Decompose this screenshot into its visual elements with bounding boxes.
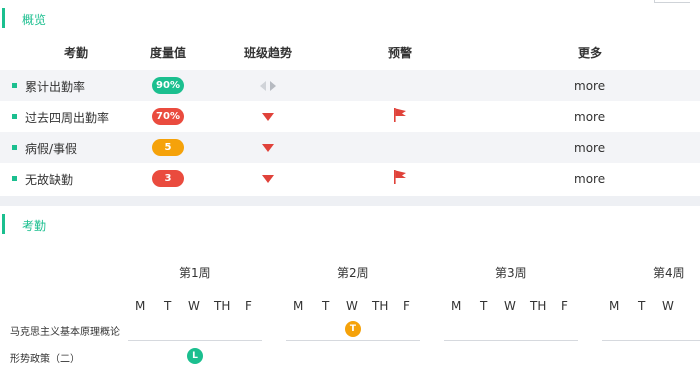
flag-icon (394, 170, 406, 184)
metric-badge: 3 (152, 170, 184, 187)
day-label: T (480, 299, 488, 313)
row-name: 累计出勤率 (25, 80, 86, 94)
day-label: W (504, 299, 516, 313)
day-label: F (245, 299, 252, 313)
day-label: T (322, 299, 330, 313)
attendance-mark-tardy[interactable]: T (345, 321, 361, 337)
flag-icon (394, 108, 406, 122)
overview-header: 概览 (0, 0, 700, 34)
day-label: M (451, 299, 462, 313)
down-triangle-icon (262, 144, 274, 152)
day-label: F (561, 299, 568, 313)
overview-panel: 概览 考勤 度量值 班级趋势 预警 更多 累计出勤率 90% more 过去四周… (0, 0, 700, 196)
more-link[interactable]: more (574, 141, 605, 155)
row-divider (286, 340, 420, 341)
accent-bar (2, 8, 5, 28)
table-row: 病假/事假 5 more (0, 132, 700, 163)
day-label: TH (530, 299, 547, 313)
row-divider (444, 340, 578, 341)
row-name: 过去四周出勤率 (25, 111, 110, 125)
day-label: TH (372, 299, 389, 313)
header-item: 考勤 (63, 46, 88, 60)
table-row: 无故缺勤 3 more (0, 163, 700, 194)
down-triangle-icon (262, 113, 274, 121)
day-label: W (346, 299, 358, 313)
day-label: T (164, 299, 172, 313)
day-label: M (293, 299, 304, 313)
bullet-icon (12, 83, 17, 88)
attendance-header: 考勤 (0, 206, 700, 240)
metric-badge: 90% (152, 77, 184, 94)
row-name: 病假/事假 (25, 142, 78, 156)
day-label: TH (214, 299, 231, 313)
neutral-icon (260, 81, 276, 91)
row-name: 无故缺勤 (25, 173, 74, 187)
more-link[interactable]: more (574, 110, 605, 124)
day-label: T (638, 299, 646, 313)
bullet-icon (12, 145, 17, 150)
table-row: 累计出勤率 90% more (0, 70, 700, 101)
course-name: 马克思主义基本原理概论 (10, 327, 120, 338)
corner-decoration (654, 0, 690, 3)
header-alert: 预警 (387, 46, 412, 60)
day-label: M (609, 299, 620, 313)
attendance-panel: 考勤 (0, 206, 700, 380)
header-trend: 班级趋势 (243, 46, 292, 60)
header-metric: 度量值 (149, 46, 186, 60)
accent-bar (2, 214, 5, 234)
course-name: 形势政策（二） (10, 354, 80, 365)
header-more: 更多 (577, 46, 602, 60)
week-label: 第2周 (337, 266, 369, 280)
row-divider (602, 340, 700, 341)
more-link[interactable]: more (574, 172, 605, 186)
overview-title: 概览 (22, 13, 47, 27)
more-link[interactable]: more (574, 79, 605, 93)
row-divider (128, 340, 262, 341)
bullet-icon (12, 176, 17, 181)
metric-badge: 70% (152, 108, 184, 125)
day-label: W (662, 299, 674, 313)
down-triangle-icon (262, 175, 274, 183)
attendance-title: 考勤 (22, 219, 47, 233)
week-label: 第1周 (179, 266, 211, 280)
day-label: M (135, 299, 146, 313)
week-label: 第4周 (653, 266, 685, 280)
overview-table-header: 考勤 度量值 班级趋势 预警 更多 (0, 34, 700, 70)
day-label: W (188, 299, 200, 313)
attendance-mark-leave[interactable]: L (187, 348, 203, 364)
bullet-icon (12, 114, 17, 119)
metric-badge: 5 (152, 139, 184, 156)
week-label: 第3周 (495, 266, 527, 280)
table-row: 过去四周出勤率 70% more (0, 101, 700, 132)
day-label: F (403, 299, 410, 313)
